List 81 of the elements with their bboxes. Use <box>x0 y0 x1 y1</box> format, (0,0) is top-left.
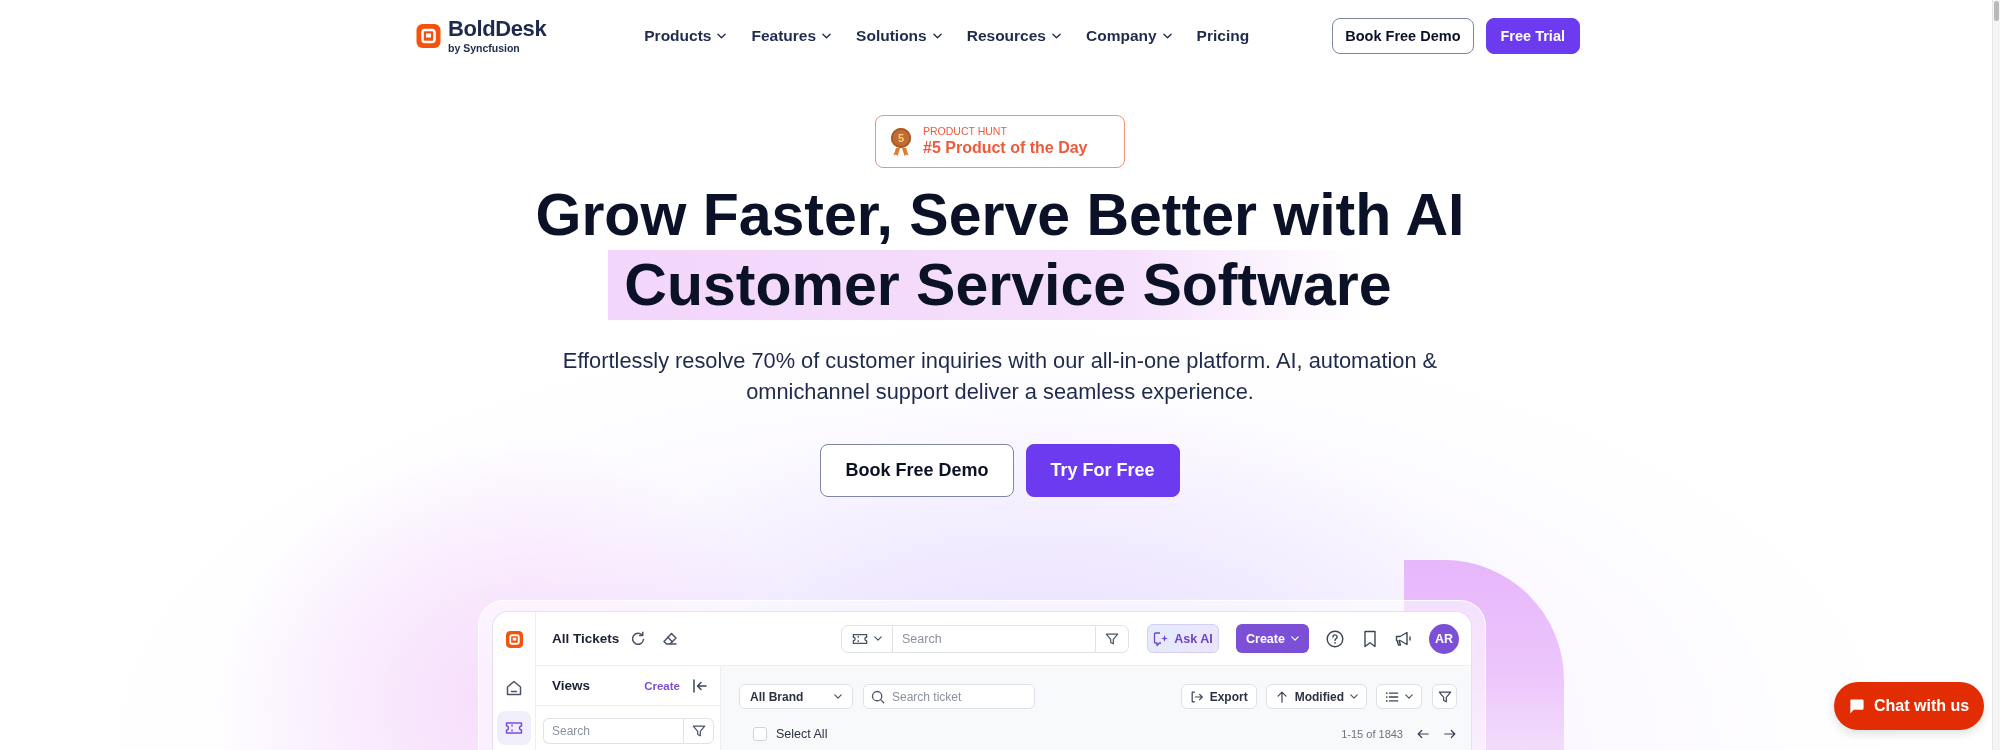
announcements-button[interactable] <box>1395 629 1413 648</box>
filter-button[interactable] <box>1432 684 1457 709</box>
ticket-type-dropdown[interactable] <box>841 624 893 653</box>
refresh-button[interactable] <box>630 630 647 647</box>
clear-button[interactable] <box>662 630 679 647</box>
filter-icon <box>1105 631 1119 646</box>
product-hunt-badge[interactable]: 5 PRODUCT HUNT #5 Product of the Day <box>875 115 1125 168</box>
refresh-icon <box>630 630 647 647</box>
try-free-button[interactable]: Try For Free <box>1025 444 1180 497</box>
brand-name[interactable]: BoldDesk <box>448 18 547 41</box>
pagination-text: 1-15 of 1843 <box>1341 728 1403 740</box>
caret-icon <box>717 33 727 39</box>
filter-icon <box>1437 689 1452 704</box>
caret-icon <box>1162 33 1172 39</box>
filter-button[interactable] <box>683 718 714 744</box>
views-title: Views <box>552 678 591 693</box>
nav-link[interactable]: Features <box>751 27 832 45</box>
ticket-icon <box>505 719 523 737</box>
caret-icon <box>1350 694 1358 699</box>
page-title: All Tickets <box>552 631 620 646</box>
user-avatar[interactable]: AR <box>1429 623 1459 654</box>
bookmark-button[interactable] <box>1363 629 1377 648</box>
ticket-search-field[interactable]: Search ticket <box>863 684 1035 709</box>
scrollbar-track[interactable] <box>1992 0 2000 750</box>
help-icon <box>1326 629 1344 648</box>
headline: Grow Faster, Serve Better with AI <box>535 181 1465 250</box>
scrollbar-thumb[interactable] <box>1994 1 1999 21</box>
collapse-icon <box>692 677 708 694</box>
select-all-label: Select All <box>776 727 828 741</box>
list-icon <box>1385 689 1399 704</box>
hero-description: Effortlessly resolve 70% of customer inquiries with our all-in-one platform. AI, automation & omnichannel support deliver a seamless experience. <box>561 347 1439 406</box>
sidebar-nav-button[interactable] <box>497 711 531 745</box>
nav-link[interactable]: Solutions <box>856 27 942 45</box>
arrow-left-icon <box>1416 727 1430 741</box>
views-search-field[interactable]: Search <box>543 718 683 744</box>
badge-eyebrow: PRODUCT HUNT <box>923 125 1008 137</box>
help-button[interactable] <box>1326 629 1344 648</box>
brand-byline: by Syncfusion <box>448 43 521 54</box>
next-page-button[interactable] <box>1443 727 1457 741</box>
nav-link[interactable]: Products <box>644 27 727 45</box>
sort-dropdown[interactable]: Modified <box>1265 684 1367 709</box>
arrow-right-icon <box>1443 727 1457 741</box>
book-demo-button[interactable]: Book Free Demo <box>1332 18 1474 54</box>
nav-link[interactable]: Pricing <box>1196 27 1250 45</box>
bookmark-icon <box>1363 629 1377 648</box>
ribbon-icon <box>893 147 909 156</box>
collapse-button[interactable] <box>692 677 708 694</box>
export-icon <box>1189 689 1204 704</box>
megaphone-icon <box>1395 629 1413 648</box>
eraser-icon <box>662 630 679 647</box>
caret-icon <box>1290 636 1299 641</box>
nav-link[interactable]: Company <box>1085 27 1172 45</box>
caret-icon <box>932 33 942 39</box>
export-button[interactable]: Export <box>1180 684 1257 709</box>
free-trial-button[interactable]: Free Trial <box>1485 18 1580 54</box>
ask-ai-button[interactable]: Ask AI <box>1147 624 1219 653</box>
previous-page-button[interactable] <box>1416 727 1430 741</box>
caret-icon <box>1051 33 1061 39</box>
create-button[interactable]: Create <box>1236 624 1309 653</box>
home-icon <box>505 679 523 697</box>
chat-button[interactable]: Chat with us <box>1834 682 1984 730</box>
headline-highlight: Customer Service Software <box>608 250 1392 320</box>
caret-icon <box>834 694 842 699</box>
sparkle-chat-icon <box>1153 630 1170 647</box>
select-all-checkbox[interactable] <box>753 727 767 741</box>
filter-button[interactable] <box>1095 624 1129 653</box>
book-demo-button[interactable]: Book Free Demo <box>820 444 1014 497</box>
create-view-link[interactable]: Create <box>644 679 680 692</box>
layout-dropdown[interactable] <box>1376 684 1422 709</box>
badge-title: #5 Product of the Day <box>923 139 1088 158</box>
caret-icon <box>822 33 832 39</box>
nav-link[interactable]: Resources <box>966 27 1061 45</box>
brand-dropdown[interactable]: All Brand <box>739 684 853 709</box>
caret-icon <box>1405 694 1413 699</box>
caret-icon <box>874 636 882 641</box>
search-icon <box>871 689 885 704</box>
logo-icon[interactable] <box>416 24 441 48</box>
search-field[interactable]: Search <box>893 624 1095 653</box>
rank-medal: 5 <box>891 127 911 148</box>
chat-bubble-icon <box>1848 697 1865 715</box>
filter-icon <box>691 724 706 738</box>
